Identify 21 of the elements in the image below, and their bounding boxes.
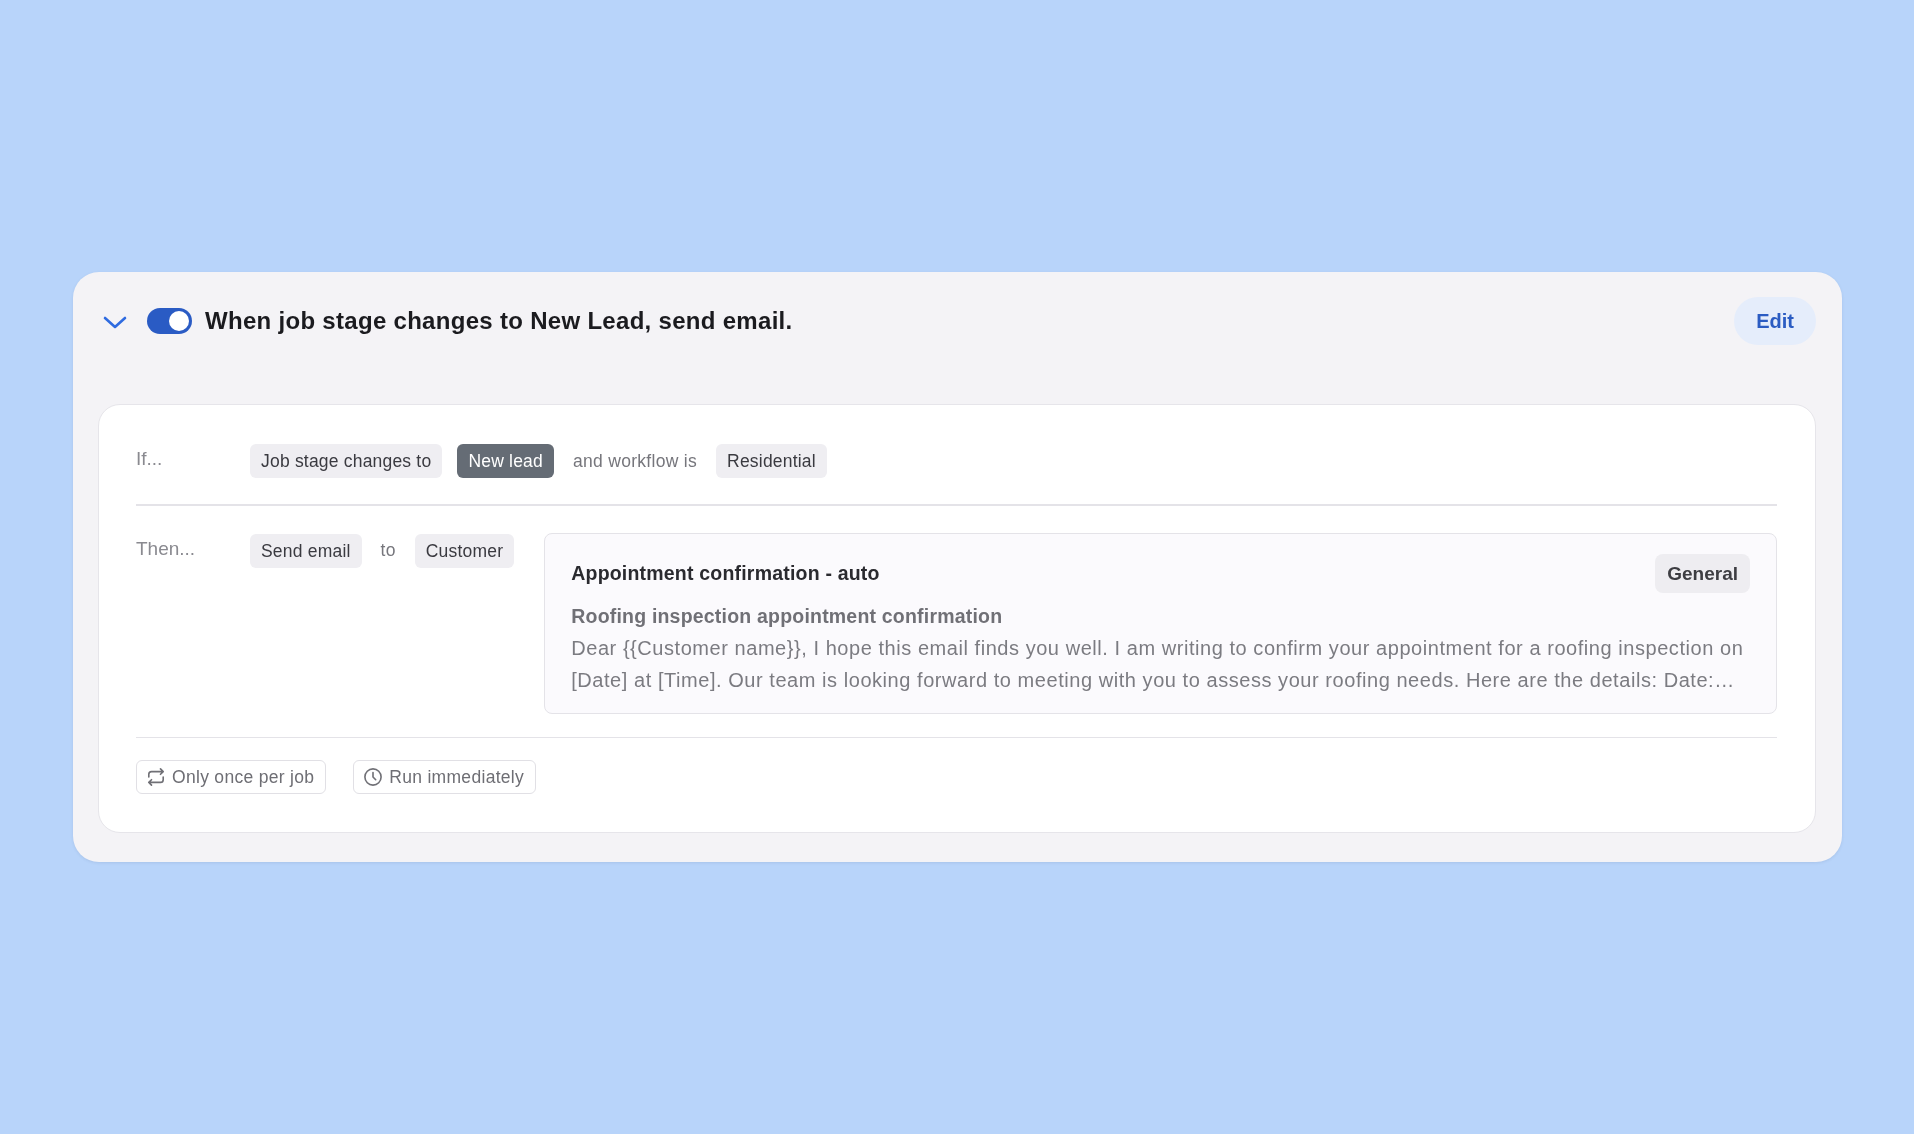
condition-label: If... (136, 447, 164, 471)
condition-value-tag: New lead (457, 444, 554, 478)
condition-tag: Job stage changes to (250, 444, 443, 478)
condition-tag: Residential (716, 444, 827, 478)
template-name: Appointment confirmation - auto (571, 561, 880, 585)
toggle-switch[interactable] (147, 308, 192, 334)
option-tag: Run immediately (353, 760, 537, 794)
edit-button[interactable]: Edit (1734, 297, 1816, 345)
action-text: to (379, 540, 397, 561)
clock-icon (364, 768, 383, 786)
repeat-icon (147, 768, 165, 786)
category-tag: General (1655, 553, 1750, 593)
rule-title: When job stage changes to New Lead, send email. (205, 307, 793, 335)
email-body: Dear {{Customer name}}, I hope this email finds you well. I am writing to confirm your appointment for a roofing inspection on [Date] at [Time]. Our team is looking forward to meeting with you to assess your roofing needs. Here are the details: Date:… (571, 635, 1745, 693)
option-tag: Only once per job (136, 760, 327, 794)
condition-text: and workflow is (571, 450, 699, 472)
action-tag: Customer (414, 533, 515, 568)
action-label: Then... (136, 536, 197, 561)
email-subject: Roofing inspection appointment confirmation (571, 603, 1004, 629)
chevron-down-icon[interactable] (103, 316, 127, 329)
action-tag: Send email (250, 533, 362, 568)
